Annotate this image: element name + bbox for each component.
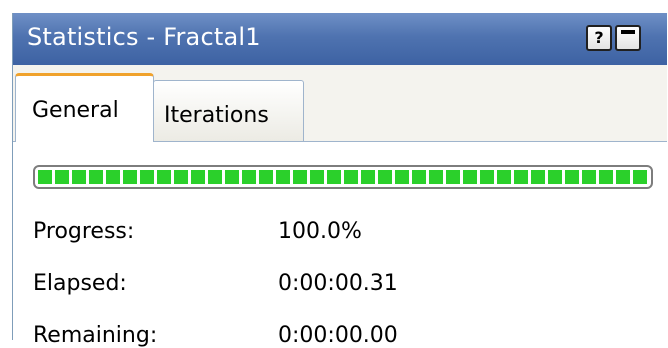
progress-bar (33, 165, 653, 189)
tab-general-label: General (32, 98, 119, 123)
tab-general[interactable]: General (15, 73, 154, 142)
progress-fill (38, 170, 648, 184)
help-icon: ? (594, 28, 604, 47)
general-panel: Progress: 100.0% Elapsed: 0:00:00.31 Rem… (13, 142, 667, 348)
remaining-value: 0:00:00.00 (278, 323, 398, 348)
minimize-icon (621, 30, 635, 34)
tab-iterations[interactable]: Iterations (153, 80, 304, 141)
progress-label: Progress: (33, 219, 135, 244)
window-title: Statistics - Fractal1 (27, 23, 261, 51)
remaining-label: Remaining: (33, 323, 158, 348)
tab-iterations-label: Iterations (164, 103, 269, 128)
elapsed-label: Elapsed: (33, 271, 127, 296)
help-button[interactable]: ? (586, 25, 612, 51)
elapsed-value: 0:00:00.31 (278, 271, 398, 296)
minimize-button[interactable] (615, 25, 641, 51)
title-bar[interactable]: Statistics - Fractal1 ? (13, 13, 667, 65)
progress-value: 100.0% (278, 219, 362, 244)
statistics-window: Statistics - Fractal1 ? Iterations Gener… (12, 13, 667, 348)
